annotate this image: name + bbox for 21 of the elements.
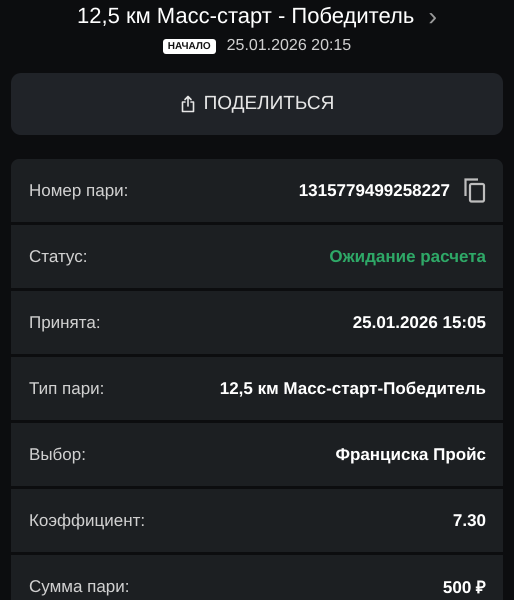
- detail-label: Коэффициент:: [29, 510, 146, 530]
- event-title[interactable]: 12,5 км Масс-старт - Победитель: [77, 3, 414, 29]
- detail-label: Тип пари:: [29, 378, 104, 398]
- detail-label: Выбор:: [29, 444, 86, 464]
- share-icon: [180, 95, 196, 113]
- detail-value: 7.30: [452, 510, 486, 530]
- share-button[interactable]: ПОДЕЛИТЬСЯ: [11, 73, 503, 135]
- detail-value: 12,5 км Масс-старт-Победитель: [220, 378, 486, 398]
- start-time: 25.01.2026 20:15: [226, 37, 352, 55]
- chevron-icon[interactable]: ›: [428, 3, 437, 29]
- detail-value: 1315779499258227: [298, 180, 450, 200]
- copy-icon[interactable]: [464, 178, 486, 203]
- detail-label: Принята:: [29, 312, 101, 332]
- detail-label: Сумма пари:: [29, 576, 130, 596]
- detail-label: Статус:: [29, 246, 88, 266]
- detail-value: 500 ₽: [442, 577, 486, 598]
- start-badge: НАЧАЛО: [162, 38, 216, 54]
- detail-value: 25.01.2026 15:05: [352, 312, 486, 332]
- detail-label: Номер пари:: [29, 180, 128, 200]
- detail-value: Ожидание расчета: [329, 246, 486, 266]
- detail-value: Франциска Пройс: [335, 444, 486, 464]
